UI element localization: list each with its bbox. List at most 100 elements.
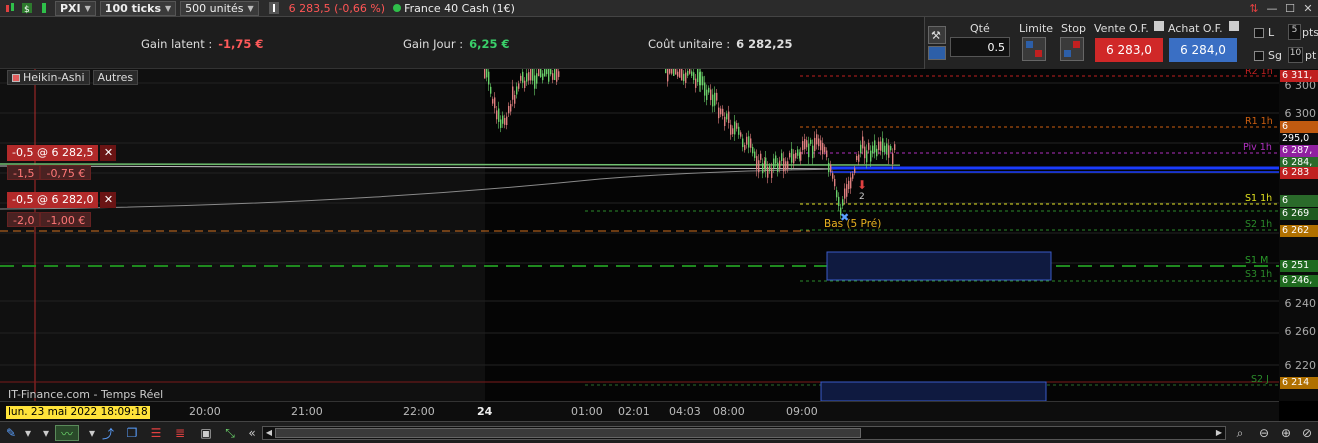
marker-count: 2 [859, 192, 865, 202]
price-chart[interactable]: ✖ ⬇ 2 Bas (5 Pré) R2 1h R1 1h Piv 1h S1 … [0, 69, 1279, 401]
symbol-value: PXI [60, 1, 81, 15]
limit-order-button[interactable] [1022, 37, 1046, 61]
chart-scrollbar[interactable]: ◀ ▶ [262, 426, 1226, 440]
limit-label: Limite [1019, 22, 1054, 35]
market-open-dot [393, 4, 402, 12]
price-label-s3: 6 246, [1280, 275, 1318, 287]
indicator-tags: Heikin-Ashi Autres [7, 70, 139, 85]
sell-info-icon[interactable] [1154, 21, 1164, 31]
pt-spinner[interactable]: 10 [1288, 47, 1303, 63]
position-tag-1[interactable]: -1,5 -0,75 € [7, 165, 92, 180]
candle-body [752, 146, 754, 154]
candle-body [538, 69, 540, 77]
chevron-down-icon[interactable]: ▾ [38, 425, 54, 441]
candle-body [484, 69, 486, 79]
list-icon[interactable]: ☰ [148, 425, 164, 441]
settings-tool-icon[interactable]: ⚒ [928, 26, 946, 44]
pencil-icon[interactable]: ✎ [3, 425, 19, 441]
close-icon[interactable]: ✕ [100, 192, 117, 208]
minimize-icon[interactable]: — [1265, 2, 1279, 16]
checkbox-l[interactable] [1254, 28, 1264, 38]
chevron-down-icon[interactable]: ▾ [84, 425, 100, 441]
candle-body [860, 144, 862, 154]
buy-info-icon[interactable] [1229, 21, 1239, 31]
buy-button[interactable]: 6 284,0 [1168, 37, 1238, 63]
candle-body [558, 71, 560, 77]
green-bar-icon[interactable] [37, 1, 51, 15]
maximize-icon[interactable]: ☐ [1283, 2, 1297, 16]
time-tick: 02:01 [618, 405, 650, 418]
candle-body [554, 69, 556, 81]
refresh-icon[interactable]: ⇅ [1247, 2, 1261, 16]
candle-body [738, 126, 740, 135]
candle-body [765, 157, 767, 171]
candle-body [514, 95, 516, 104]
info-icon[interactable] [267, 1, 281, 15]
alert-list-icon[interactable]: ≣ [172, 425, 188, 441]
sell-arrow-icon: ⬇ [857, 178, 867, 192]
piv-label: Piv 1h [1243, 142, 1272, 153]
candle-body [732, 128, 734, 135]
candle-body [878, 141, 880, 151]
candle-body [779, 160, 781, 169]
candle-body [862, 136, 864, 149]
candle-body [687, 70, 689, 76]
candle-body [542, 73, 544, 81]
candle-body [486, 69, 488, 78]
close-icon[interactable]: ✕ [1301, 2, 1315, 16]
price-change: 6 283,5 (-0,66 %) [288, 1, 386, 15]
candle-body [730, 124, 732, 135]
candle-body [667, 69, 669, 82]
scrollbar-thumb[interactable] [275, 428, 861, 438]
candle-body [832, 173, 834, 179]
time-axis[interactable]: lun. 23 mai 2022 18:09:18 20:00 21:00 22… [0, 401, 1279, 421]
zoom-in-icon[interactable]: ⊕ [1278, 425, 1294, 441]
chevron-down-icon[interactable]: ▾ [20, 425, 36, 441]
rewind-icon[interactable]: « [244, 425, 260, 441]
symbol-select[interactable]: PXI ▼ [55, 0, 96, 16]
price-axis[interactable]: 6 300 6 300 6 260 6 240 6 220 6 311, 6 2… [1279, 69, 1318, 401]
position-tag-2[interactable]: -2,0 -1,00 € [7, 212, 92, 227]
candle-body [736, 123, 738, 129]
calculator-icon[interactable] [928, 46, 946, 60]
order-tag-2[interactable]: -0,5 @ 6 282,0 ✕ [7, 192, 117, 208]
order-tag-1[interactable]: -0,5 @ 6 282,5 ✕ [7, 145, 117, 161]
stop-order-button[interactable] [1060, 37, 1084, 61]
cout-label: Coût unitaire : [648, 37, 731, 51]
close-icon[interactable]: ✕ [100, 145, 117, 161]
copy-icon[interactable]: ❐ [124, 425, 140, 441]
candle-body [762, 163, 764, 174]
candle-body [671, 69, 673, 74]
sell-button[interactable]: 6 283,0 [1094, 37, 1164, 63]
interval-select[interactable]: 100 ticks ▼ [99, 0, 177, 16]
candle-body [504, 118, 506, 125]
share-icon[interactable]: ⤴ [100, 425, 116, 441]
checkbox-sg[interactable] [1254, 51, 1264, 61]
scroll-left-icon[interactable]: ◀ [263, 427, 275, 439]
candle-body [797, 149, 799, 156]
candle-body [874, 140, 876, 153]
candle-body [830, 164, 832, 173]
indicator-others[interactable]: Autres [92, 70, 139, 85]
qty-input[interactable]: 0.5 [950, 37, 1010, 57]
link-icon[interactable]: $ [20, 1, 34, 15]
indicator-heikin-ashi[interactable]: Heikin-Ashi [7, 70, 90, 85]
candle-body [508, 106, 510, 114]
checkbox-l-label: L [1268, 26, 1275, 39]
units-select[interactable]: 500 unités ▼ [180, 0, 259, 16]
candle-body [714, 92, 716, 106]
candlestick-chart-icon[interactable] [3, 1, 17, 15]
scroll-right-icon[interactable]: ▶ [1213, 427, 1225, 439]
indicator-chart-icon[interactable]: 〰 [55, 425, 79, 441]
price-label-s2j: 6 214 [1280, 377, 1318, 389]
checkbox-sg-label: Sg [1268, 49, 1282, 62]
resize-icon[interactable]: ⤡ [222, 425, 238, 441]
pts-spinner[interactable]: 5 [1288, 24, 1301, 40]
zoom-fit-icon[interactable]: ⌕ [1232, 425, 1248, 441]
candle-body [848, 180, 850, 190]
price-tick: 6 260 [1284, 325, 1317, 338]
window-icon[interactable]: ▣ [198, 425, 214, 441]
zoom-reset-icon[interactable]: ⊘ [1299, 425, 1315, 441]
order-1-label: -0,5 @ 6 282,5 [7, 145, 99, 161]
zoom-out-icon[interactable]: ⊖ [1256, 425, 1272, 441]
